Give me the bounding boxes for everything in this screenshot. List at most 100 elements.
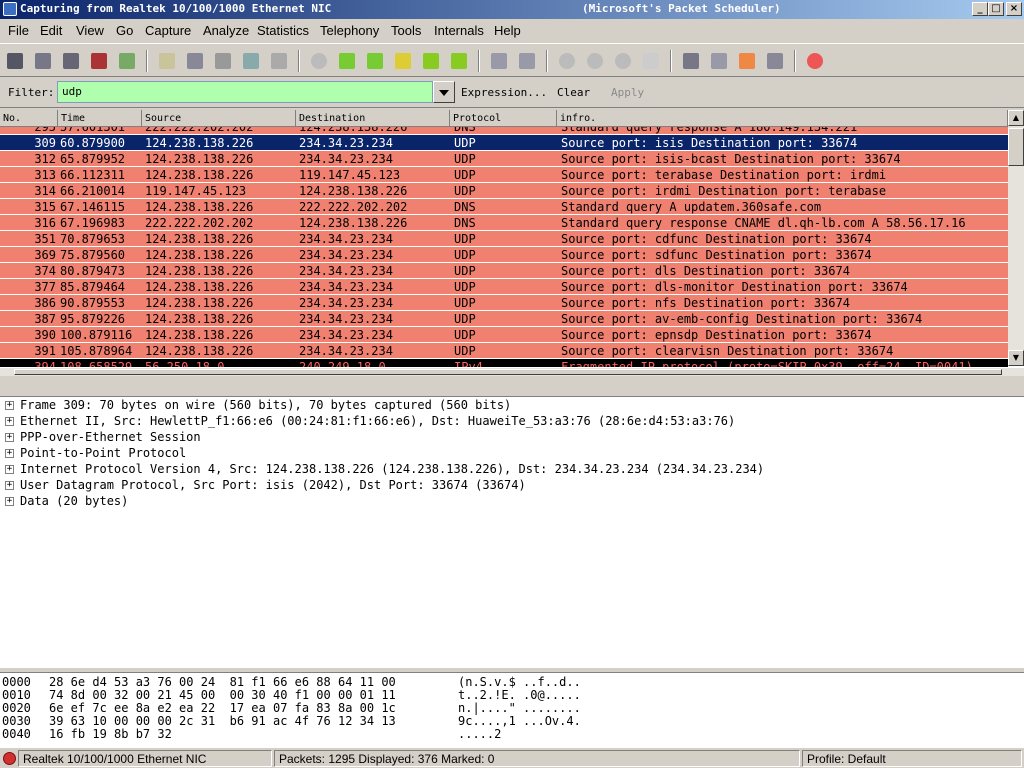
preferences-button[interactable] <box>764 50 786 72</box>
menu-tools[interactable]: Tools <box>391 23 421 38</box>
column-protocol[interactable]: Protocol <box>450 110 557 127</box>
forward-button[interactable] <box>364 50 386 72</box>
expand-icon[interactable]: + <box>5 449 14 458</box>
filter-dropdown-button[interactable] <box>433 81 455 103</box>
print-button[interactable] <box>268 50 290 72</box>
menu-statistics[interactable]: Statistics <box>257 23 309 38</box>
reload-button[interactable] <box>240 50 262 72</box>
detail-row[interactable]: + Data (20 bytes) <box>0 494 1024 510</box>
column-destination[interactable]: Destination <box>296 110 450 127</box>
close-file-button[interactable] <box>212 50 234 72</box>
menu-edit[interactable]: Edit <box>40 23 62 38</box>
zoom-in-button[interactable] <box>556 50 578 72</box>
options-button[interactable] <box>32 50 54 72</box>
display-filters-button[interactable] <box>708 50 730 72</box>
help-button[interactable] <box>804 50 826 72</box>
pane-splitter[interactable] <box>0 377 1024 395</box>
menu-capture[interactable]: Capture <box>145 23 191 38</box>
detail-row[interactable]: + User Datagram Protocol, Src Port: isis … <box>0 478 1024 494</box>
packet-row[interactable]: 374 80.879473 124.238.138.226 234.34.23.234… <box>0 263 1008 279</box>
zoom-out-button[interactable] <box>584 50 606 72</box>
cell-info: Source port: clearvisn Destination port:… <box>561 344 894 358</box>
cell-no: 387 <box>34 312 56 326</box>
expand-icon[interactable]: + <box>5 417 14 426</box>
coloring-rules-button[interactable] <box>736 50 758 72</box>
menu-telephony[interactable]: Telephony <box>320 23 379 38</box>
expand-icon[interactable]: + <box>5 465 14 474</box>
hscroll-thumb[interactable] <box>14 369 1002 375</box>
maximize-button[interactable]: □ <box>988 2 1004 16</box>
packet-row[interactable]: 394 108.658529 56.250.18.0 240.249.18.0 IPv4… <box>0 359 1008 367</box>
menu-help[interactable]: Help <box>494 23 521 38</box>
start-button[interactable] <box>60 50 82 72</box>
menu-analyze[interactable]: Analyze <box>203 23 249 38</box>
status-profile[interactable]: Profile: Default <box>802 750 1022 767</box>
capture-status-icon[interactable] <box>3 752 16 765</box>
packet-row[interactable]: 390 100.879116 124.238.138.226 234.34.23.23… <box>0 327 1008 343</box>
packet-row[interactable]: 315 67.146115 124.238.138.226 222.222.202.2… <box>0 199 1008 215</box>
packet-row[interactable]: 309 60.879900 124.238.138.226 234.34.23.234… <box>0 135 1008 151</box>
find-button[interactable] <box>308 50 330 72</box>
minimize-button[interactable]: _ <box>972 2 988 16</box>
detail-row[interactable]: + Point-to-Point Protocol <box>0 446 1024 462</box>
open-button[interactable] <box>156 50 178 72</box>
detail-row[interactable]: + Ethernet II, Src: HewlettP_f1:66:e6 (00… <box>0 414 1024 430</box>
cell-dst: 234.34.23.234 <box>299 136 393 150</box>
packet-row[interactable]: 351 70.879653 124.238.138.226 234.34.23.234… <box>0 231 1008 247</box>
scroll-thumb[interactable] <box>1008 128 1024 166</box>
bytes-row[interactable]: 0040 16 fb 19 8b b7 32 .....2 <box>2 728 501 741</box>
scroll-down-button[interactable]: ▼ <box>1008 350 1024 366</box>
save-button[interactable] <box>184 50 206 72</box>
autoscroll-button[interactable] <box>516 50 538 72</box>
column-source[interactable]: Source <box>142 110 296 127</box>
normal-size-button[interactable] <box>612 50 634 72</box>
last-button[interactable] <box>448 50 470 72</box>
expand-icon[interactable]: + <box>5 497 14 506</box>
back-button[interactable] <box>336 50 358 72</box>
expand-icon[interactable]: + <box>5 433 14 442</box>
capture-filters-button[interactable] <box>680 50 702 72</box>
goto-button[interactable] <box>392 50 414 72</box>
expand-icon[interactable]: + <box>5 481 14 490</box>
resize-columns-button[interactable] <box>640 50 662 72</box>
cell-dst: 234.34.23.234 <box>299 248 393 262</box>
menu-view[interactable]: View <box>76 23 104 38</box>
apply-button[interactable]: Apply <box>611 86 644 99</box>
zoom-normal-icon <box>615 53 631 69</box>
packet-row[interactable]: 377 85.879464 124.238.138.226 234.34.23.234… <box>0 279 1008 295</box>
packet-list-scrollbar[interactable]: ▲ ▼ <box>1008 110 1024 366</box>
help-lifebuoy-icon <box>807 53 823 69</box>
cell-src: 56.250.18.0 <box>145 360 225 367</box>
interfaces-button[interactable] <box>4 50 26 72</box>
scroll-up-button[interactable]: ▲ <box>1008 110 1024 126</box>
packet-row[interactable]: 391 105.878964 124.238.138.226 234.34.23.23… <box>0 343 1008 359</box>
menu-internals[interactable]: Internals <box>434 23 484 38</box>
packet-row[interactable]: 386 90.879553 124.238.138.226 234.34.23.234… <box>0 295 1008 311</box>
packet-list-hscroll[interactable] <box>0 368 1024 376</box>
packet-row[interactable]: 316 67.196983 222.222.202.202 124.238.138.2… <box>0 215 1008 231</box>
column-time[interactable]: Time <box>58 110 142 127</box>
detail-row[interactable]: + Frame 309: 70 bytes on wire (560 bits),… <box>0 398 1024 414</box>
column-info[interactable]: infro. <box>557 110 1008 127</box>
column-no[interactable]: No. <box>0 110 58 127</box>
detail-row[interactable]: + Internet Protocol Version 4, Src: 124.2… <box>0 462 1024 478</box>
packet-row[interactable]: 313 66.112311 124.238.138.226 119.147.45.12… <box>0 167 1008 183</box>
menu-file[interactable]: File <box>8 23 29 38</box>
detail-row[interactable]: + PPP-over-Ethernet Session <box>0 430 1024 446</box>
clear-button[interactable]: Clear <box>557 86 590 99</box>
packet-row[interactable]: 295 57.601301 222.222.202.202 124.238.138.2… <box>0 127 1008 135</box>
packet-row[interactable]: 387 95.879226 124.238.138.226 234.34.23.234… <box>0 311 1008 327</box>
menu-go[interactable]: Go <box>116 23 133 38</box>
stop-button[interactable] <box>88 50 110 72</box>
first-button[interactable] <box>420 50 442 72</box>
packet-row[interactable]: 369 75.879560 124.238.138.226 234.34.23.234… <box>0 247 1008 263</box>
cell-time: 105.878964 <box>60 344 133 358</box>
packet-row[interactable]: 314 66.210014 119.147.45.123 124.238.138.22… <box>0 183 1008 199</box>
expression-button[interactable]: Expression... <box>461 86 547 99</box>
close-button[interactable]: × <box>1006 2 1022 16</box>
filter-input[interactable]: udp <box>57 81 433 103</box>
colorize-button[interactable] <box>488 50 510 72</box>
packet-row[interactable]: 312 65.879952 124.238.138.226 234.34.23.234… <box>0 151 1008 167</box>
restart-button[interactable] <box>116 50 138 72</box>
expand-icon[interactable]: + <box>5 401 14 410</box>
